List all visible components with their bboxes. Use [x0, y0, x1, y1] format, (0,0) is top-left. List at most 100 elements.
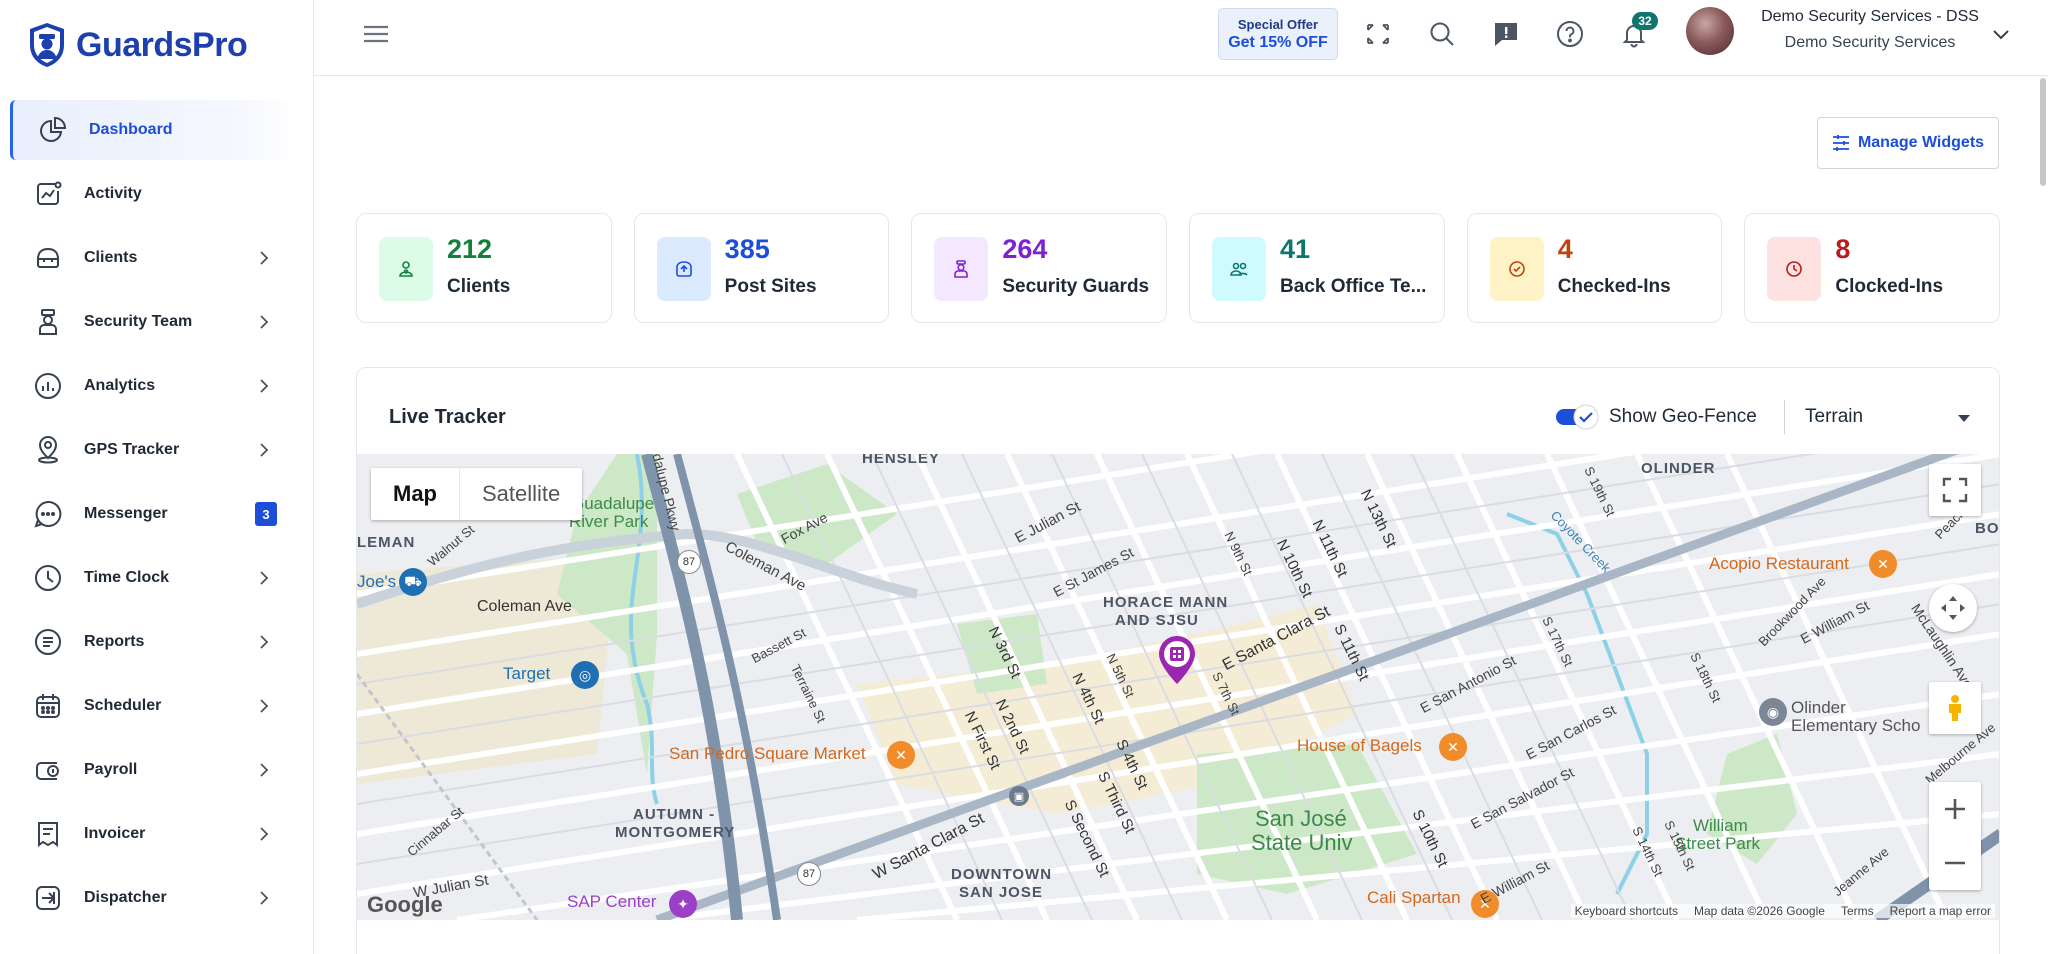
avatar[interactable]	[1686, 7, 1734, 55]
sidebar-item-clients[interactable]: Clients	[0, 226, 314, 290]
user-organization: Demo Security Services	[1784, 34, 1956, 51]
post-site-icon	[656, 237, 711, 301]
search-icon[interactable]	[1426, 18, 1458, 50]
route-shield-icon: 87	[797, 862, 821, 886]
sidebar-item-reports[interactable]: Reports	[0, 610, 314, 674]
sidebar-item-security-team[interactable]: Security Team	[0, 290, 314, 354]
street-view-button[interactable]	[1929, 682, 1981, 734]
sidebar-item-label: Activity	[84, 185, 142, 202]
chevron-right-icon	[260, 571, 269, 585]
cart-pin-icon[interactable]: ⛟	[399, 568, 427, 596]
chat-icon	[32, 498, 64, 530]
google-logo: Google	[367, 892, 443, 917]
chevron-right-icon	[260, 699, 269, 713]
sidebar-item-label: Scheduler	[84, 697, 162, 714]
sidebar-item-label: Analytics	[84, 377, 156, 394]
offer-title: Special Offer	[1237, 16, 1319, 32]
restaurant-pin-icon[interactable]: ✕	[887, 741, 915, 769]
map-view[interactable]: HENSLEY OLINDER HORACE MANN AND SJSU AUT…	[357, 454, 2000, 920]
caret-down-icon[interactable]	[1957, 414, 1971, 424]
sidebar-item-messenger[interactable]: Messenger 3	[0, 482, 314, 546]
sidebar-item-gps-tracker[interactable]: GPS Tracker	[0, 418, 314, 482]
top-header: Special Offer Get 15% OFF 32 Demo Securi…	[314, 0, 2048, 76]
map-place-label: Guadalupe	[571, 494, 655, 513]
fullscreen-icon	[1942, 477, 1968, 503]
sidebar-item-invoicer[interactable]: Invoicer	[0, 802, 314, 866]
stat-label: Back Office Te...	[1280, 276, 1427, 297]
map-data-label: Map data ©2026 Google	[1694, 904, 1825, 918]
hamburger-menu-icon[interactable]	[362, 22, 390, 46]
transit-icon[interactable]: ▣	[1009, 786, 1029, 806]
stat-card-security-guards[interactable]: 264 Security Guards	[911, 213, 1168, 323]
pie-chart-icon	[37, 114, 69, 146]
map-style-select[interactable]: Terrain	[1805, 406, 1863, 428]
sidebar-item-label: Clients	[84, 249, 138, 266]
map-zoom-control	[1929, 782, 1981, 890]
check-icon	[1489, 237, 1544, 301]
briefcase-icon	[32, 242, 64, 274]
stats-row: 212 Clients 385 Post Sites 264 Security …	[356, 213, 2001, 323]
stat-card-clients[interactable]: 212 Clients	[356, 213, 612, 323]
map-fullscreen-button[interactable]	[1929, 464, 1981, 516]
sidebar-item-dashboard[interactable]: Dashboard	[10, 100, 300, 160]
stat-card-clocked-ins[interactable]: 8 Clocked-Ins	[1744, 213, 2001, 323]
zoom-out-icon[interactable]	[1941, 849, 1969, 877]
brand-logo[interactable]: GuardsPro	[26, 20, 248, 70]
sidebar-item-scheduler[interactable]: Scheduler	[0, 674, 314, 738]
special-offer-button[interactable]: Special Offer Get 15% OFF	[1218, 8, 1338, 60]
map-tab-map[interactable]: Map	[371, 468, 459, 520]
sidebar-item-label: Time Clock	[84, 569, 170, 586]
page-scrollbar[interactable]	[2040, 78, 2046, 186]
fullscreen-icon[interactable]	[1362, 18, 1394, 50]
restaurant-pin-icon[interactable]: ✕	[1439, 733, 1467, 761]
sidebar-item-activity[interactable]: Activity	[0, 162, 314, 226]
map-poi-label: State Univ	[1251, 830, 1353, 855]
map-place-label: HENSLEY	[862, 454, 940, 467]
stat-value: 41	[1280, 234, 1311, 264]
stat-card-post-sites[interactable]: 385 Post Sites	[633, 213, 890, 323]
keyboard-shortcuts-link[interactable]: Keyboard shortcuts	[1575, 904, 1678, 918]
notification-count: 32	[1632, 12, 1658, 30]
terms-link[interactable]: Terms	[1841, 904, 1874, 918]
map-place-label: OLINDER	[1641, 460, 1716, 477]
map-place-label: BO	[1975, 520, 2000, 537]
pan-arrows-icon	[1941, 596, 1965, 620]
map-poi-label: House of Bagels	[1297, 736, 1422, 755]
pegman-icon	[1949, 695, 1961, 721]
map-street-label: Coleman Ave	[477, 598, 572, 615]
stat-label: Security Guards	[1002, 276, 1150, 297]
team-icon	[1212, 237, 1267, 301]
sidebar-item-analytics[interactable]: Analytics	[0, 354, 314, 418]
feedback-icon[interactable]	[1490, 18, 1522, 50]
stat-card-checked-ins[interactable]: 4 Checked-Ins	[1466, 213, 1723, 323]
brand-name: GuardsPro	[76, 25, 248, 64]
geo-fence-toggle[interactable]	[1555, 404, 1601, 430]
stat-card-back-office-team[interactable]: 41 Back Office Te...	[1189, 213, 1445, 323]
clock-icon	[32, 562, 64, 594]
sidebar-item-payroll[interactable]: Payroll	[0, 738, 314, 802]
help-icon[interactable]	[1554, 18, 1586, 50]
sidebar-item-label: Invoicer	[84, 825, 146, 842]
restaurant-pin-icon[interactable]: ✕	[1869, 550, 1897, 578]
map-place-label: AND SJSU	[1115, 612, 1199, 629]
zoom-in-icon[interactable]	[1941, 795, 1969, 823]
chevron-right-icon	[260, 379, 269, 393]
dispatch-icon	[32, 882, 64, 914]
map-tab-satellite[interactable]: Satellite	[459, 468, 582, 520]
chevron-right-icon	[260, 443, 269, 457]
sidebar-item-dispatcher[interactable]: Dispatcher	[0, 866, 314, 930]
map-type-control: Map Satellite	[371, 468, 583, 520]
venue-pin-icon[interactable]: ✦	[669, 890, 697, 918]
site-marker-icon[interactable]	[1157, 634, 1197, 686]
shopping-pin-icon[interactable]: ◎	[571, 661, 599, 689]
guard-icon	[934, 237, 989, 301]
sidebar-item-time-clock[interactable]: Time Clock	[0, 546, 314, 610]
stat-label: Clients	[447, 276, 511, 297]
school-pin-icon[interactable]: ◉	[1759, 698, 1787, 726]
map-camera-control[interactable]	[1929, 584, 1977, 632]
chevron-down-icon[interactable]	[1992, 28, 2010, 42]
manage-widgets-button[interactable]: Manage Widgets	[1817, 117, 1999, 169]
guard-icon	[32, 306, 64, 338]
report-map-error-link[interactable]: Report a map error	[1890, 904, 1991, 918]
map-place-label: HORACE MANN	[1103, 594, 1229, 611]
